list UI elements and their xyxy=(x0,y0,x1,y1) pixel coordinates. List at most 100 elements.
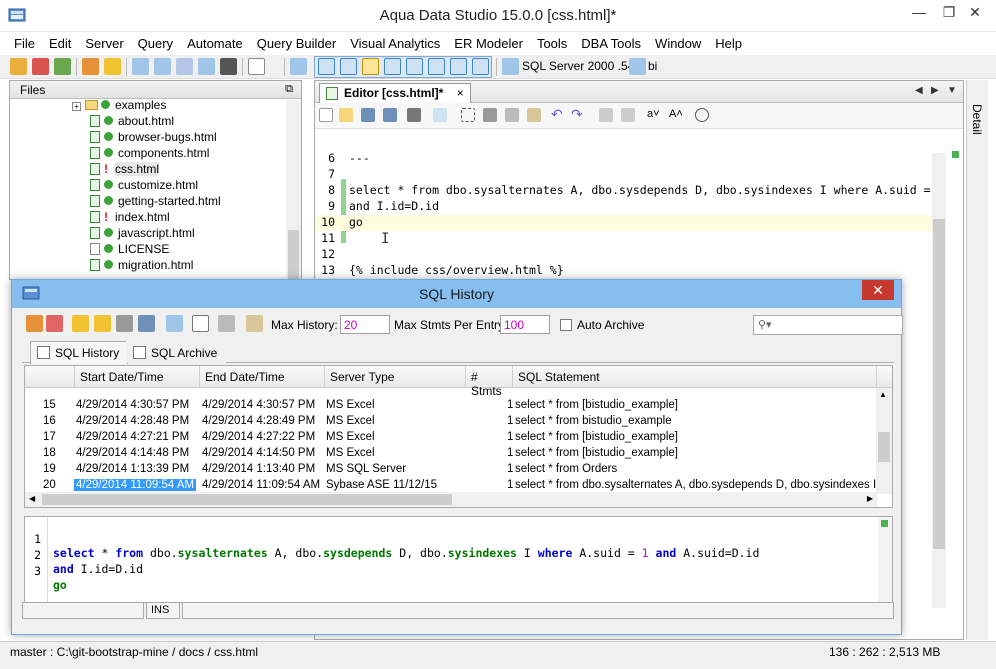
table-row[interactable]: 17 4/29/2014 4:27:21 PM 4/29/2014 4:27:2… xyxy=(25,430,877,446)
archive-icon[interactable] xyxy=(116,315,133,332)
schema-compare-icon[interactable] xyxy=(154,58,171,75)
layout-icon-5[interactable] xyxy=(406,58,423,75)
disconnect-icon[interactable] xyxy=(32,58,49,75)
terminal-icon[interactable] xyxy=(220,58,237,75)
menu-file[interactable]: File xyxy=(0,33,42,55)
table-row[interactable]: 15 4/29/2014 4:30:57 PM 4/29/2014 4:30:5… xyxy=(25,398,877,414)
cut-icon[interactable] xyxy=(483,108,497,122)
col-end[interactable]: End Date/Time xyxy=(200,366,325,388)
save-icon[interactable] xyxy=(361,108,375,122)
redo-icon[interactable]: ↷ xyxy=(571,107,585,122)
file-compare-icon[interactable] xyxy=(198,58,215,75)
execute-icon[interactable] xyxy=(26,315,43,332)
menu-query-builder[interactable]: Query Builder xyxy=(250,33,343,55)
layout-icon-8[interactable] xyxy=(472,58,489,75)
tab-prev-icon[interactable]: ◀ xyxy=(915,85,923,96)
replace-icon[interactable] xyxy=(621,108,635,122)
server-label[interactable]: SQL Server 2000 .54 xyxy=(522,59,634,73)
auto-archive-checkbox[interactable] xyxy=(560,319,572,331)
tree-item-license[interactable]: LICENSE xyxy=(90,242,169,258)
tab-sql-archive[interactable]: SQL Archive xyxy=(126,341,227,363)
table-row[interactable]: 19 4/29/2014 1:13:39 PM 4/29/2014 1:13:4… xyxy=(25,462,877,478)
menu-automate[interactable]: Automate xyxy=(180,33,250,55)
editor-scrollbar[interactable] xyxy=(932,153,946,608)
max-history-input[interactable] xyxy=(340,315,390,334)
menu-window[interactable]: Window xyxy=(648,33,708,55)
layout-icon-3[interactable] xyxy=(362,58,379,75)
table-row[interactable]: 18 4/29/2014 4:14:48 PM 4/29/2014 4:14:5… xyxy=(25,446,877,462)
expand-icon[interactable]: + xyxy=(72,102,81,111)
save-as-icon[interactable] xyxy=(383,108,397,122)
undo-icon[interactable]: ↶ xyxy=(551,107,565,122)
col-sql[interactable]: SQL Statement xyxy=(513,366,877,388)
dialog-title-bar[interactable]: SQL History ✕ xyxy=(12,280,901,308)
new-file-icon[interactable] xyxy=(248,58,265,75)
layout-icon-1[interactable] xyxy=(318,58,335,75)
files-scrollbar[interactable] xyxy=(286,100,301,280)
table-row[interactable]: 16 4/29/2014 4:28:48 PM 4/29/2014 4:28:4… xyxy=(25,414,877,430)
find-icon[interactable] xyxy=(599,108,613,122)
layout-icon-4[interactable] xyxy=(384,58,401,75)
scroll-up-icon[interactable]: ▲ xyxy=(879,390,887,399)
tab-sql-history[interactable]: SQL History xyxy=(30,341,129,364)
col-server-type[interactable]: Server Type xyxy=(325,366,466,388)
copy-icon[interactable] xyxy=(505,108,519,122)
new-icon[interactable] xyxy=(319,108,333,122)
select-icon[interactable] xyxy=(461,108,475,122)
select-all-icon[interactable] xyxy=(192,315,209,332)
detail-strip[interactable]: Detail xyxy=(966,80,988,640)
lowercase-icon[interactable]: a˅ xyxy=(647,108,661,122)
tree-item-about[interactable]: about.html xyxy=(90,114,174,130)
delete-icon[interactable] xyxy=(218,315,235,332)
col-stmts[interactable]: # Stmts xyxy=(466,366,513,398)
tree-item-javascript[interactable]: javascript.html xyxy=(90,226,195,242)
minimize-icon[interactable]: — xyxy=(904,0,934,24)
save-icon[interactable] xyxy=(138,315,155,332)
grid-hscroll-thumb[interactable] xyxy=(42,494,452,505)
open-query-icon[interactable] xyxy=(94,315,111,332)
menu-er-modeler[interactable]: ER Modeler xyxy=(447,33,530,55)
layout-icon-6[interactable] xyxy=(428,58,445,75)
connect-icon[interactable] xyxy=(10,58,27,75)
tree-item-getting-started[interactable]: getting-started.html xyxy=(90,194,221,210)
database-label[interactable]: bi xyxy=(648,59,657,73)
paste-icon[interactable] xyxy=(527,108,541,122)
tree-item-migration[interactable]: migration.html xyxy=(90,258,193,274)
tree-item-components[interactable]: components.html xyxy=(90,146,209,162)
dialog-close-button[interactable]: ✕ xyxy=(862,280,894,300)
menu-dba-tools[interactable]: DBA Tools xyxy=(574,33,648,55)
open-icon[interactable] xyxy=(339,108,353,122)
layout-icon-7[interactable] xyxy=(450,58,467,75)
tree-item-browser-bugs[interactable]: browser-bugs.html xyxy=(90,130,217,146)
register-server-icon[interactable] xyxy=(54,58,71,75)
menu-visual-analytics[interactable]: Visual Analytics xyxy=(343,33,447,55)
tree-item-index[interactable]: ! index.html xyxy=(90,210,170,226)
scroll-left-icon[interactable]: ◀ xyxy=(29,494,35,503)
col-index[interactable] xyxy=(25,366,75,388)
sql-preview-editor[interactable]: 1 select * from dbo.sysalternates A, dbo… xyxy=(24,516,893,603)
files-scroll-thumb[interactable] xyxy=(288,230,299,280)
tree-item-customize[interactable]: customize.html xyxy=(90,178,198,194)
compare-icon[interactable] xyxy=(132,58,149,75)
grid-hscrollbar[interactable]: ◀ ▶ xyxy=(25,492,877,507)
query-analyzer-icon[interactable] xyxy=(82,58,99,75)
menu-tools[interactable]: Tools xyxy=(530,33,574,55)
tab-list-icon[interactable]: ▼ xyxy=(947,85,957,96)
export-icon[interactable] xyxy=(433,108,447,122)
editor-tab[interactable]: Editor [css.html]* × xyxy=(319,83,471,103)
grid-vscrollbar[interactable]: ▲ xyxy=(876,388,892,494)
copy-icon[interactable] xyxy=(166,315,183,332)
uppercase-icon[interactable]: A˄ xyxy=(669,108,683,122)
max-stmts-input[interactable] xyxy=(500,315,550,334)
grid-vscroll-thumb[interactable] xyxy=(878,432,890,462)
menu-query[interactable]: Query xyxy=(131,33,180,55)
tree-item-css[interactable]: ! css.html xyxy=(90,162,160,178)
history-search-input[interactable]: ⚲▾ xyxy=(753,315,903,335)
tree-folder-examples[interactable]: + examples xyxy=(72,98,166,114)
menu-help[interactable]: Help xyxy=(708,33,749,55)
query-builder-icon[interactable] xyxy=(104,58,121,75)
close-tab-icon[interactable]: × xyxy=(457,86,464,100)
execute-all-icon[interactable] xyxy=(46,315,63,332)
layout-icon-2[interactable] xyxy=(340,58,357,75)
edit-icon[interactable] xyxy=(72,315,89,332)
